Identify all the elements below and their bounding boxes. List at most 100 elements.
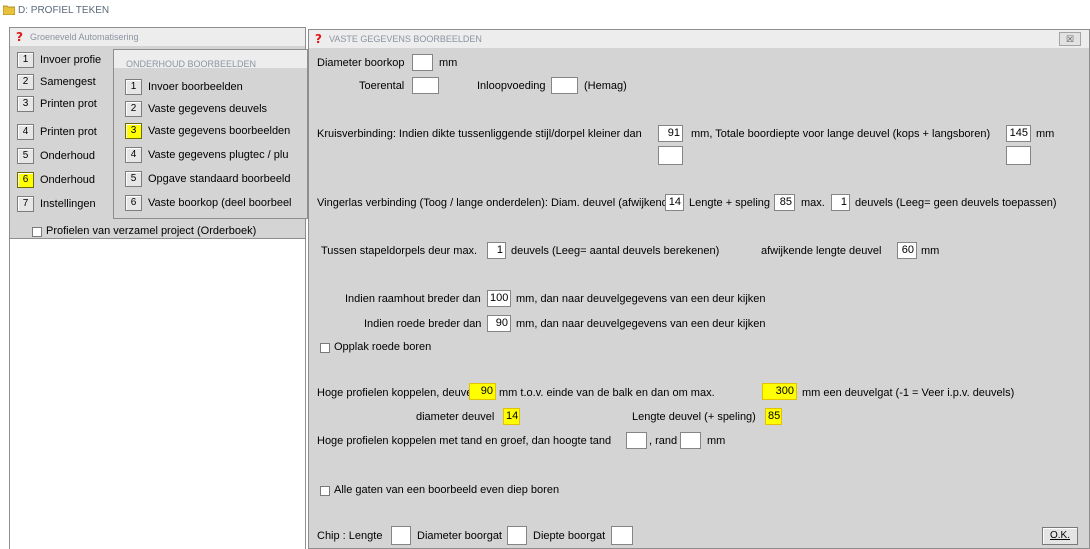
dialog-title: VASTE GEGEVENS BOORBEELDEN (329, 34, 482, 44)
onderhoud-boorbeelden-window: ONDERHOUD BOORBEELDEN 1 Invoer boorbeeld… (113, 49, 308, 219)
hoge-diameter-label: diameter deuvel (416, 411, 495, 423)
vinger-lengte-label: Lengte + speling (689, 197, 771, 209)
diameter-boorkop-unit: mm (439, 57, 458, 69)
raamhout-input[interactable]: 100 (487, 290, 511, 307)
main-item-5-label[interactable]: Onderhoud (40, 150, 95, 162)
sub-item-4-label[interactable]: Vaste gegevens plugtec / plu (148, 149, 288, 161)
roede-label: Indien roede breder dan (364, 318, 482, 330)
chip-lengte-label: Chip : Lengte (317, 530, 383, 542)
opplak-roede-checkbox[interactable] (320, 343, 330, 353)
hoge-mid-label: mm t.o.v. einde van de balk en dan om ma… (499, 387, 715, 399)
vinger-suffix: deuvels (Leeg= geen deuvels toepassen) (855, 197, 1057, 209)
vinger-max-label: max. (801, 197, 825, 209)
chip-diameter-input[interactable] (507, 526, 527, 545)
hoge-diameter-input[interactable]: 14 (503, 408, 520, 425)
kruis-extra-input-2[interactable] (1006, 146, 1031, 165)
question-icon: ? (16, 30, 23, 44)
tand-unit: mm (707, 435, 726, 447)
kruis-label: Kruisverbinding: Indien dikte tussenligg… (317, 128, 642, 140)
kruis-mid-label: mm, Totale boordiepte voor lange deuvel … (691, 128, 991, 140)
kruis-boordiepte-input[interactable]: 145 (1006, 125, 1031, 142)
question-icon: ? (315, 32, 322, 46)
main-item-2-label[interactable]: Samengest (40, 76, 96, 88)
stapel-max-input[interactable]: 1 (487, 242, 506, 259)
sub-item-3-label[interactable]: Vaste gegevens boorbeelden (148, 125, 290, 137)
verzamel-project-label: Profielen van verzamel project (Orderboe… (46, 225, 257, 237)
roede-input[interactable]: 90 (487, 315, 511, 332)
hoge-lengte-input[interactable]: 85 (765, 408, 782, 425)
app-title-bar: D: PROFIEL TEKEN (0, 0, 1090, 22)
main-item-1-button[interactable]: 1 (17, 52, 34, 68)
inloopvoeding-input[interactable] (551, 77, 578, 94)
hoge-deuvelgat-input[interactable]: 90 (469, 383, 496, 400)
main-menu-title: Groeneveld Automatisering (30, 32, 139, 42)
vaste-gegevens-dialog: ? VASTE GEGEVENS BOORBEELDEN ☒ Diameter … (308, 29, 1090, 549)
sub-item-1-label[interactable]: Invoer boorbeelden (148, 81, 243, 93)
toerental-label: Toerental (359, 80, 405, 92)
diameter-boorkop-label: Diameter boorkop (317, 57, 405, 69)
kruis-extra-input-1[interactable] (658, 146, 683, 165)
hemag-label: (Hemag) (584, 80, 627, 92)
raamhout-label: Indien raamhout breder dan (345, 293, 481, 305)
close-button[interactable]: ☒ (1059, 32, 1081, 46)
dialog-titlebar: ? VASTE GEGEVENS BOORBEELDEN ☒ (309, 30, 1089, 48)
main-item-5-button[interactable]: 5 (17, 148, 34, 164)
sub-item-2-label[interactable]: Vaste gegevens deuvels (148, 103, 267, 115)
roede-suffix: mm, dan naar deuvelgegevens van een deur… (516, 318, 766, 330)
main-item-3-label[interactable]: Printen prot (40, 98, 97, 110)
raamhout-suffix: mm, dan naar deuvelgegevens van een deur… (516, 293, 766, 305)
vinger-lengte-input[interactable]: 85 (774, 194, 795, 211)
app-title: D: PROFIEL TEKEN (18, 5, 110, 16)
main-menu-titlebar: ? Groeneveld Automatisering (10, 28, 305, 46)
rand-label: , rand (649, 435, 678, 447)
left-blank-panel (9, 239, 306, 549)
sub-titlebar: ONDERHOUD BOORBEELDEN (114, 50, 307, 69)
verzamel-project-checkbox[interactable] (32, 227, 42, 237)
folder-icon (3, 5, 15, 15)
main-item-1-label[interactable]: Invoer profie (40, 54, 101, 66)
sub-item-3-button[interactable]: 3 (125, 123, 142, 139)
sub-item-6-button[interactable]: 6 (125, 195, 142, 211)
hoge-label: Hoge profielen koppelen, deuvelgat (317, 387, 491, 399)
afwijkende-lengte-unit: mm (921, 245, 940, 257)
afwijkende-lengte-input[interactable]: 60 (897, 242, 917, 259)
chip-lengte-input[interactable] (391, 526, 411, 545)
sub-title: ONDERHOUD BOORBEELDEN (126, 59, 257, 69)
hoge-lengte-label: Lengte deuvel (+ speling) (632, 411, 756, 423)
sub-item-6-label[interactable]: Vaste boorkop (deel boorbeel (148, 197, 292, 209)
ok-button[interactable]: O.K. (1042, 527, 1078, 545)
chip-diepte-input[interactable] (611, 526, 633, 545)
main-item-2-button[interactable]: 2 (17, 74, 34, 90)
main-item-3-button[interactable]: 3 (17, 96, 34, 112)
hoge-max-input[interactable]: 300 (762, 383, 797, 400)
diameter-boorkop-input[interactable] (412, 54, 433, 71)
stapel-suffix: deuvels (Leeg= aantal deuvels berekenen) (511, 245, 720, 257)
alle-gaten-checkbox[interactable] (320, 486, 330, 496)
afwijkende-lengte-label: afwijkende lengte deuvel (761, 245, 882, 257)
sub-item-5-label[interactable]: Opgave standaard boorbeeld (148, 173, 291, 185)
vinger-diam-input[interactable]: 14 (665, 194, 684, 211)
kruis-dikte-input[interactable]: 91 (658, 125, 683, 142)
main-item-6-label[interactable]: Onderhoud (40, 174, 95, 186)
sub-item-1-button[interactable]: 1 (125, 79, 142, 95)
main-item-4-label[interactable]: Printen prot (40, 126, 97, 138)
tand-label: Hoge profielen koppelen met tand en groe… (317, 435, 612, 447)
tand-hoogte-input[interactable] (626, 432, 647, 449)
chip-diameter-label: Diameter boorgat (417, 530, 502, 542)
rand-input[interactable] (680, 432, 701, 449)
main-item-6-button[interactable]: 6 (17, 172, 34, 188)
sub-item-5-button[interactable]: 5 (125, 171, 142, 187)
chip-diepte-label: Diepte boorgat (533, 530, 606, 542)
hoge-suffix: mm een deuvelgat (-1 = Veer i.p.v. deuve… (802, 387, 1015, 399)
vinger-max-input[interactable]: 1 (831, 194, 850, 211)
alle-gaten-label: Alle gaten van een boorbeeld even diep b… (334, 484, 560, 496)
opplak-roede-label: Opplak roede boren (334, 341, 432, 353)
main-item-7-label[interactable]: Instellingen (40, 198, 96, 210)
kruis-unit: mm (1036, 128, 1055, 140)
sub-item-2-button[interactable]: 2 (125, 101, 142, 117)
main-item-4-button[interactable]: 4 (17, 124, 34, 140)
main-item-7-button[interactable]: 7 (17, 196, 34, 212)
vinger-label: Vingerlas verbinding (Toog / lange onder… (317, 197, 672, 209)
toerental-input[interactable] (412, 77, 439, 94)
sub-item-4-button[interactable]: 4 (125, 147, 142, 163)
